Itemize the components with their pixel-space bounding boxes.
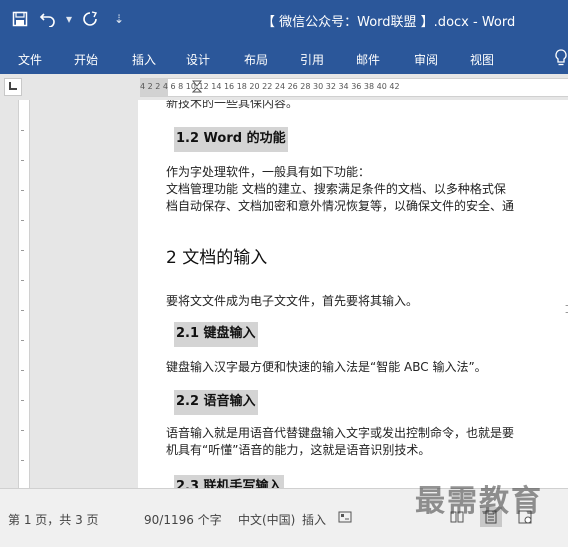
tab-file[interactable]: 文件 (18, 51, 42, 68)
redo-icon[interactable] (80, 9, 100, 29)
paragraph-5: 键盘输入汉字最方便和快速的输入法是“智能 ABC 输入法”。 (166, 360, 487, 374)
customize-qat-icon[interactable]: ⇣ (114, 12, 124, 26)
language-status[interactable]: 中文(中国) (238, 511, 295, 528)
tab-layout[interactable]: 布局 (244, 51, 268, 68)
heading-2-3: 2.3 联机手写输入 (174, 475, 284, 488)
ribbon-tabs: 文件 开始 插入 设计 布局 引用 邮件 审阅 视图 (0, 40, 568, 74)
paragraph-3: 档自动保存、文档加密和意外情况恢复等，以确保文件的安全、通 (166, 199, 515, 213)
ruler-numbers: 4 2 2 4 6 8 10 12 14 16 18 20 22 24 26 2… (140, 82, 400, 91)
paragraph-4: 要将文文件成为电子文文件，首先要将其输入。 (166, 294, 419, 308)
quick-access-toolbar: ▾ ⇣ (10, 9, 124, 29)
window-title: 【 微信公众号：Word联盟 】.docx - Word (262, 15, 516, 30)
tab-mailings[interactable]: 邮件 (356, 51, 380, 68)
tab-insert[interactable]: 插入 (132, 51, 156, 68)
macro-record-icon[interactable] (338, 510, 352, 524)
tab-home[interactable]: 开始 (74, 51, 98, 68)
heading-2-2: 2.2 语音输入 (174, 390, 258, 415)
tab-review[interactable]: 审阅 (414, 51, 438, 68)
paragraph-1: 作为字处理软件，一般具有如下功能： (166, 165, 371, 179)
indent-marker-icon[interactable] (192, 80, 202, 94)
paragraph-2: 文档管理功能 文档的建立、搜索满足条件的文档、以多种格式保 (166, 182, 506, 196)
save-icon[interactable] (10, 9, 30, 29)
heading-2-1: 2.1 键盘输入 (174, 322, 258, 347)
tab-design[interactable]: 设计 (186, 51, 210, 68)
title-bar: ▾ ⇣ 【 微信公众号：Word联盟 】.docx - Word (0, 0, 568, 40)
undo-icon[interactable] (38, 9, 58, 29)
vertical-ruler[interactable] (14, 100, 32, 488)
page-count[interactable]: 第 1 页，共 3 页 (8, 511, 99, 528)
tab-references[interactable]: 引用 (300, 51, 324, 68)
ruler-row: 4 2 2 4 6 8 10 12 14 16 18 20 22 24 26 2… (0, 74, 568, 100)
horizontal-ruler[interactable]: 4 2 2 4 6 8 10 12 14 16 18 20 22 24 26 2… (140, 78, 568, 97)
watermark-text: 最需教育 (415, 484, 543, 519)
tab-selector[interactable] (4, 78, 22, 96)
undo-dropdown-icon[interactable]: ▾ (66, 12, 72, 26)
paragraph-7: 机具有“听懂”语音的能力，这就是语音识别技术。 (166, 443, 431, 457)
cut-off-line: 新技术的一些其保内容。 (166, 100, 299, 110)
heading-2: 2 文档的输入 (166, 248, 268, 268)
tab-view[interactable]: 视图 (470, 51, 494, 68)
word-count[interactable]: 90/1196 个字 (144, 511, 222, 528)
heading-1-2: 1.2 Word 的功能 (174, 127, 288, 152)
insert-mode[interactable]: 插入 (302, 511, 326, 528)
document-page[interactable]: 新技术的一些其保内容。 1.2 Word 的功能 作为字处理软件，一般具有如下功… (138, 100, 568, 488)
paragraph-6: 语音输入就是用语音代替键盘输入文字或发出控制命令，也就是要 (166, 426, 515, 440)
lightbulb-icon[interactable] (554, 49, 568, 67)
